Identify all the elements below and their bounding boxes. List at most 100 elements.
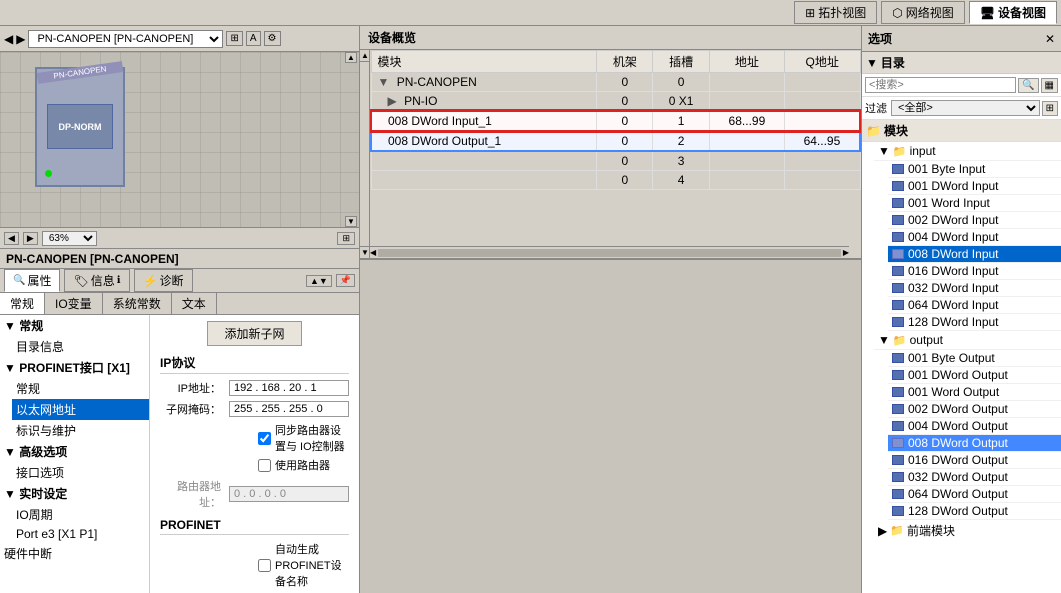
options-search-btn2[interactable]: ▦ (1041, 78, 1058, 93)
nav-item-hw-interrupt[interactable]: 硬件中断 (0, 543, 149, 564)
table-row[interactable]: ▼ PN-CANOPEN 0 0 (371, 73, 860, 92)
props-nav: ▼ 常规 目录信息 ▼ PROFINET接口 [X1] 常规 以太网地址 标识与… (0, 315, 150, 593)
topology-icon: ⊞ (805, 6, 815, 20)
ip-address-input[interactable] (229, 380, 349, 396)
tree-item-004-dword-input[interactable]: 004 DWord Input (888, 229, 1061, 246)
tree-item-008-dword-output[interactable]: 008 DWord Output (888, 435, 1061, 452)
table-row[interactable]: 0 3 (371, 151, 860, 171)
col-rack: 机架 (597, 51, 653, 73)
bottom-panel-title: PN-CANOPEN [PN-CANOPEN] (6, 252, 179, 266)
table-row[interactable]: 0 4 (371, 171, 860, 190)
tree-item-008-dword-input[interactable]: 008 DWord Input (888, 246, 1061, 263)
col-module: 模块 (371, 51, 597, 73)
canvas-scroll-down[interactable]: ▼ (345, 216, 357, 227)
frontend-folder[interactable]: ▶ 📁 前端模块 (874, 520, 1061, 541)
modules-root[interactable]: 📁 模块 (862, 120, 1061, 142)
zoom-fit-btn[interactable]: ⊞ (337, 232, 355, 245)
col-slot: 插槽 (653, 51, 710, 73)
diag-tab[interactable]: ⚡ 诊断 (134, 269, 193, 292)
table-row-input[interactable]: 008 DWord Input_1 0 1 68...99 (371, 111, 860, 131)
table-scroll-right[interactable]: ▶ (843, 248, 849, 257)
table-scroll-up[interactable]: ▲ (360, 50, 369, 62)
table-scroll-down[interactable]: ▼ (360, 246, 369, 258)
options-close-btn[interactable]: ✕ (1045, 32, 1055, 46)
props-tab[interactable]: 🔍 属性 (4, 269, 60, 292)
device-overview-title: 设备概览 (368, 29, 416, 46)
network-view-tab[interactable]: ⬡ 网络视图 (881, 1, 965, 24)
tree-item-002-dword-output[interactable]: 002 DWord Output (888, 401, 1061, 418)
nav-item-port[interactable]: Port e3 [X1 P1] (12, 525, 149, 543)
tree-item-064-dword-output[interactable]: 064 DWord Output (888, 486, 1061, 503)
options-panel: 选项 ✕ ▼ 目录 🔍 ▦ 过滤 (861, 26, 1061, 593)
table-row-output[interactable]: 008 DWord Output_1 0 2 64...95 (371, 131, 860, 151)
tree-item-064-dword-input[interactable]: 064 DWord Input (888, 297, 1061, 314)
zoom-right-nav[interactable]: ▶ (23, 232, 38, 245)
tree-item-001-byte-input[interactable]: 001 Byte Input (888, 161, 1061, 178)
tab-io-vars[interactable]: IO变量 (45, 293, 103, 314)
nav-item-identity[interactable]: 标识与维护 (12, 420, 149, 441)
tree-item-001-dword-output[interactable]: 001 DWord Output (888, 367, 1061, 384)
options-search-btn1[interactable]: 🔍 (1018, 78, 1038, 93)
tree-item-016-dword-input[interactable]: 016 DWord Input (888, 263, 1061, 280)
nav-item-interface[interactable]: 接口选项 (12, 462, 149, 483)
profinet-section: PROFINET 自动生成 PROFINET设备名称 PROFINET设备名称： (160, 518, 349, 593)
device-visual[interactable]: PN-CANOPEN DP-NORM (35, 67, 125, 187)
panel-expand-btn[interactable]: ▲▼ (306, 275, 332, 287)
tree-item-001-word-output[interactable]: 001 Word Output (888, 384, 1061, 401)
input-folder[interactable]: ▼ 📁 input (874, 142, 1061, 161)
device-table-btn[interactable]: ⊞ (226, 31, 242, 46)
nav-item-advanced[interactable]: ▼ 高级选项 (0, 441, 149, 462)
tree-item-128-dword-input[interactable]: 128 DWord Input (888, 314, 1061, 331)
output-folder[interactable]: ▼ 📁 output (874, 331, 1061, 350)
tab-text[interactable]: 文本 (172, 293, 217, 314)
nav-item-pn-general[interactable]: 常规 (12, 378, 149, 399)
tree-item-032-dword-output[interactable]: 032 DWord Output (888, 469, 1061, 486)
tree-item-001-dword-input[interactable]: 001 DWord Input (888, 178, 1061, 195)
nav-right-icon: ▶ (16, 32, 25, 46)
table-row[interactable]: ▶ PN-IO 0 0 X1 (371, 92, 860, 112)
device-name-btn[interactable]: A (246, 31, 261, 46)
tree-item-032-dword-input[interactable]: 032 DWord Input (888, 280, 1061, 297)
tree-item-002-dword-input[interactable]: 002 DWord Input (888, 212, 1061, 229)
nav-item-realtime[interactable]: ▼ 实时设定 (0, 483, 149, 504)
nav-left-icon: ◀ (4, 32, 13, 46)
options-search-input[interactable] (865, 77, 1016, 93)
device-settings-btn[interactable]: ⚙ (264, 31, 281, 46)
subnet-mask-input[interactable] (229, 401, 349, 417)
nav-item-general[interactable]: ▼ 常规 (0, 315, 149, 336)
device-inner-box: DP-NORM (47, 104, 113, 149)
tree-item-001-word-input[interactable]: 001 Word Input (888, 195, 1061, 212)
sync-router-checkbox[interactable] (258, 432, 271, 445)
router-address-input[interactable] (229, 486, 349, 502)
device-icon: 🖥 (980, 6, 995, 20)
device-selector[interactable]: PN-CANOPEN [PN-CANOPEN] (28, 30, 223, 48)
tab-sys-const[interactable]: 系统常数 (103, 293, 172, 314)
tree-item-016-dword-output[interactable]: 016 DWord Output (888, 452, 1061, 469)
col-qaddr: Q地址 (784, 51, 860, 73)
table-scroll-left[interactable]: ◀ (370, 248, 376, 257)
options-filter-select[interactable]: <全部> (891, 100, 1040, 116)
tree-item-001-byte-output[interactable]: 001 Byte Output (888, 350, 1061, 367)
overview-table-container: ▲ ▼ 模块 机架 (360, 50, 861, 260)
info-tab[interactable]: 🏷 信息 ℹ (64, 269, 129, 292)
canvas-scroll-up[interactable]: ▲ (345, 52, 357, 63)
nav-item-profinet[interactable]: ▼ PROFINET接口 [X1] (0, 357, 149, 378)
options-title: 选项 (868, 30, 892, 47)
device-view-tab[interactable]: 🖥 设备视图 (969, 1, 1057, 24)
options-filter-btn[interactable]: ⊞ (1042, 101, 1058, 116)
add-subnet-btn[interactable]: 添加新子网 (207, 321, 301, 346)
nav-item-io-cycle[interactable]: IO周期 (12, 504, 149, 525)
topology-view-tab[interactable]: ⊞ 拓扑视图 (794, 1, 877, 24)
tree-item-004-dword-output[interactable]: 004 DWord Output (888, 418, 1061, 435)
zoom-left-nav[interactable]: ◀ (4, 232, 19, 245)
zoom-selector[interactable]: 63% (42, 231, 97, 246)
nav-item-ethernet[interactable]: 以太网地址 (12, 399, 149, 420)
canvas-area: PN-CANOPEN DP-NORM ▲ ▼ (0, 52, 359, 227)
tree-item-128-dword-output[interactable]: 128 DWord Output (888, 503, 1061, 520)
panel-dock-btn[interactable]: 📌 (336, 274, 355, 287)
device-table: 模块 机架 插槽 地址 (370, 50, 861, 190)
tab-general[interactable]: 常规 (0, 293, 45, 314)
auto-profinet-name-checkbox[interactable] (258, 559, 271, 572)
nav-item-directory[interactable]: 目录信息 (12, 336, 149, 357)
use-router-checkbox[interactable] (258, 459, 271, 472)
